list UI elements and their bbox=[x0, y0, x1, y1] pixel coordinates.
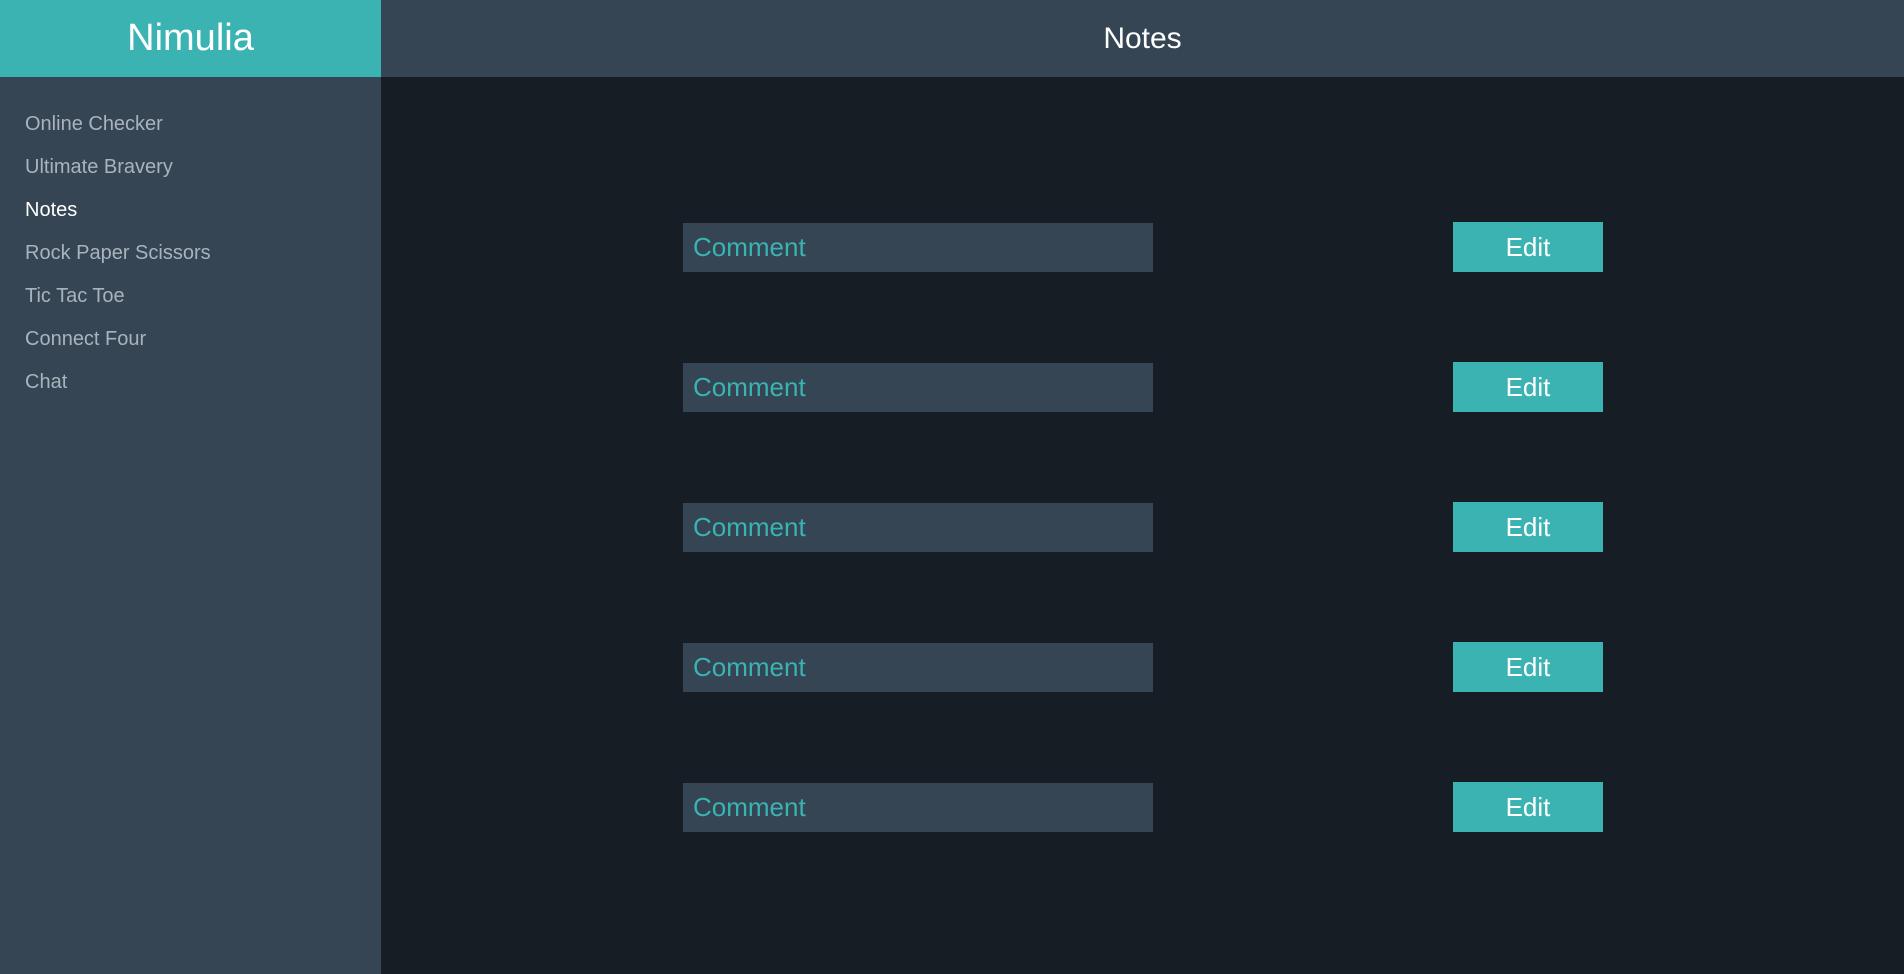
page-title: Notes bbox=[1103, 21, 1182, 55]
comment-input[interactable] bbox=[683, 223, 1153, 272]
edit-button[interactable]: Edit bbox=[1453, 642, 1603, 692]
sidebar-item-tic-tac-toe[interactable]: Tic Tac Toe bbox=[0, 275, 381, 318]
comment-input[interactable] bbox=[683, 783, 1153, 832]
edit-button[interactable]: Edit bbox=[1453, 782, 1603, 832]
note-row: Edit bbox=[381, 502, 1904, 552]
note-row: Edit bbox=[381, 642, 1904, 692]
comment-input[interactable] bbox=[683, 363, 1153, 412]
sidebar-item-rock-paper-scissors[interactable]: Rock Paper Scissors bbox=[0, 232, 381, 275]
sidebar-item-notes[interactable]: Notes bbox=[0, 189, 381, 232]
sidebar-item-connect-four[interactable]: Connect Four bbox=[0, 318, 381, 361]
brand-logo[interactable]: Nimulia bbox=[0, 0, 381, 77]
notes-panel: Edit Edit Edit Edit Edit bbox=[381, 77, 1904, 974]
comment-input[interactable] bbox=[683, 503, 1153, 552]
sidebar: Nimulia Online Checker Ultimate Bravery … bbox=[0, 0, 381, 974]
sidebar-item-ultimate-bravery[interactable]: Ultimate Bravery bbox=[0, 146, 381, 189]
app-window: Nimulia Online Checker Ultimate Bravery … bbox=[0, 0, 1904, 974]
sidebar-nav: Online Checker Ultimate Bravery Notes Ro… bbox=[0, 77, 381, 404]
sidebar-item-online-checker[interactable]: Online Checker bbox=[0, 103, 381, 146]
edit-button[interactable]: Edit bbox=[1453, 362, 1603, 412]
comment-input[interactable] bbox=[683, 643, 1153, 692]
note-row: Edit bbox=[381, 782, 1904, 832]
edit-button[interactable]: Edit bbox=[1453, 222, 1603, 272]
note-row: Edit bbox=[381, 222, 1904, 272]
note-row: Edit bbox=[381, 362, 1904, 412]
sidebar-item-chat[interactable]: Chat bbox=[0, 361, 381, 404]
page-header: Notes bbox=[381, 0, 1904, 77]
edit-button[interactable]: Edit bbox=[1453, 502, 1603, 552]
